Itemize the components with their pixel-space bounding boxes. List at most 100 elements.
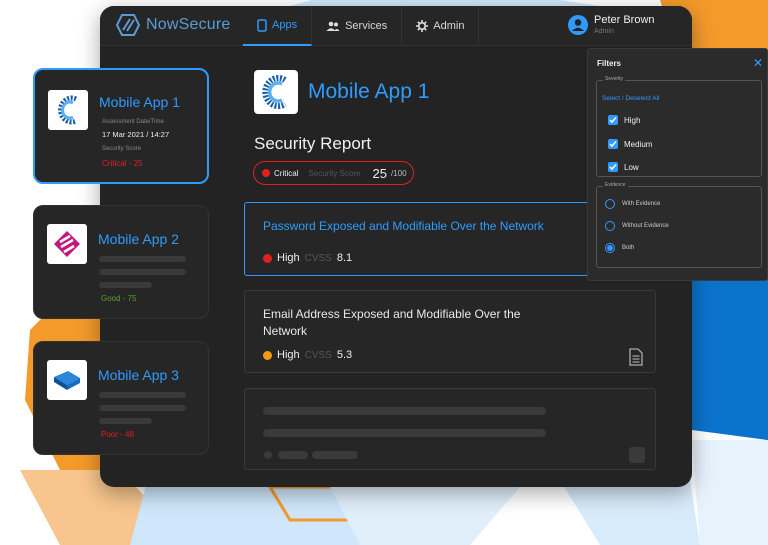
app-3-logo-icon — [54, 371, 80, 390]
user-menu[interactable]: Peter Brown Admin — [568, 14, 655, 35]
phone-icon — [257, 18, 267, 32]
placeholder-line — [99, 405, 186, 411]
high-severity-dot-icon — [263, 253, 272, 263]
main-nav: Apps Services Admin — [243, 6, 480, 46]
users-icon — [326, 21, 340, 31]
severity-option-label: High — [624, 115, 641, 125]
evidence-document-icon[interactable] — [629, 348, 643, 366]
app-card[interactable]: Mobile App 3 Poor - 48 — [33, 341, 209, 455]
security-score-label: Security Score — [102, 146, 142, 152]
cvss-label: CVSS — [304, 349, 332, 361]
bg-hexagon-lightblue-right — [692, 440, 768, 545]
finding-severity: High — [277, 349, 300, 361]
app-status: Critical - 25 — [102, 159, 143, 168]
severity-option-medium[interactable]: Medium — [608, 139, 652, 149]
user-name: Peter Brown — [594, 14, 655, 26]
placeholder-line — [278, 451, 308, 459]
top-navigation-bar: NowSecure Apps Services Admin Peter Brow… — [100, 6, 692, 46]
checkbox-checked-icon[interactable] — [608, 162, 618, 172]
placeholder-line — [99, 282, 152, 288]
evidence-legend: Evidence — [603, 182, 628, 188]
security-score-badge: Critical Security Score 25 /100 — [253, 161, 414, 185]
score-value: 25 — [372, 165, 387, 181]
critical-dot-icon — [262, 169, 270, 177]
brand-logo[interactable]: NowSecure — [116, 14, 231, 36]
finding-meta: High CVSS 8.1 — [263, 252, 352, 264]
nav-label-services: Services — [345, 20, 388, 32]
brand-name: NowSecure — [146, 16, 231, 33]
checkbox-checked-icon[interactable] — [608, 139, 618, 149]
severity-legend: Severity — [603, 76, 626, 82]
user-avatar-icon — [568, 14, 588, 35]
score-max: /100 — [390, 168, 407, 178]
app-1-logo — [48, 90, 88, 130]
nav-label-apps: Apps — [272, 19, 298, 31]
cvss-label: CVSS — [304, 252, 332, 264]
placeholder-line — [312, 451, 358, 459]
evidence-option-both[interactable]: Both — [605, 243, 634, 253]
score-label: Security Score — [308, 168, 361, 178]
assessment-date-label: Assessment Date/Time — [102, 119, 164, 125]
bg-hexagon-lightblue-mid — [330, 487, 520, 545]
close-icon[interactable]: ✕ — [753, 56, 763, 70]
filters-panel: Filters ✕ Severity Select / Deselect All… — [587, 48, 768, 281]
placeholder-dot — [264, 451, 272, 459]
placeholder-line — [99, 269, 186, 275]
select-all-link[interactable]: Select / Deselect All — [602, 95, 659, 102]
nav-item-apps[interactable]: Apps — [243, 6, 313, 46]
cvss-value: 8.1 — [336, 252, 353, 264]
finding-card-placeholder — [244, 388, 656, 470]
severity-filter-group: Severity Select / Deselect All High Medi… — [596, 76, 762, 177]
evidence-option-label: Without Evidence — [622, 223, 669, 229]
filters-title: Filters — [597, 59, 622, 68]
app-card-title: Mobile App 1 — [99, 94, 180, 110]
radio-unselected-icon[interactable] — [605, 199, 615, 209]
evidence-option-with[interactable]: With Evidence — [605, 199, 660, 209]
app-status: Poor - 48 — [101, 430, 134, 439]
finding-meta: High CVSS 5.3 — [263, 349, 352, 361]
finding-title: Email Address Exposed and Modifiable Ove… — [263, 307, 521, 338]
nav-label-admin: Admin — [433, 20, 465, 32]
app-3-logo — [47, 360, 87, 400]
bg-hexagon-lightblue-bottom — [560, 480, 700, 545]
report-title: Security Report — [254, 134, 372, 153]
app-card[interactable]: Mobile App 1 Assessment Date/Time 17 Mar… — [33, 68, 209, 184]
placeholder-line — [99, 392, 186, 398]
finding-card[interactable]: Email Address Exposed and Modifiable Ove… — [244, 290, 656, 373]
placeholder-icon — [629, 447, 645, 463]
finding-severity: High — [277, 252, 300, 264]
severity-option-high[interactable]: High — [608, 115, 640, 125]
checkbox-checked-icon[interactable] — [608, 115, 618, 125]
user-role: Admin — [594, 28, 614, 35]
app-1-logo-icon — [58, 95, 78, 125]
cvss-value: 5.3 — [336, 349, 353, 361]
nowsecure-logo-icon — [116, 14, 140, 36]
app-card[interactable]: Mobile App 2 Good - 75 — [33, 205, 209, 319]
evidence-option-label: With Evidence — [622, 201, 661, 207]
severity-option-label: Low — [624, 162, 639, 172]
app-card-title: Mobile App 3 — [98, 367, 179, 383]
gear-icon — [416, 20, 429, 32]
radio-unselected-icon[interactable] — [605, 221, 615, 231]
nav-item-services[interactable]: Services — [312, 6, 403, 46]
radio-selected-icon[interactable] — [605, 243, 615, 253]
high-severity-dot-icon — [263, 350, 272, 360]
evidence-option-label: Both — [622, 245, 635, 251]
evidence-option-without[interactable]: Without Evidence — [605, 221, 669, 231]
app-status: Good - 75 — [101, 294, 137, 303]
app-header: Mobile App 1 — [254, 70, 429, 114]
app-1-logo-icon — [262, 75, 287, 109]
placeholder-line — [99, 256, 186, 262]
severity-option-low[interactable]: Low — [608, 162, 639, 172]
app-2-logo-icon — [54, 231, 80, 257]
assessment-date: 17 Mar 2021 / 14:27 — [102, 130, 170, 139]
app-2-logo — [47, 224, 87, 264]
evidence-filter-group: Evidence With Evidence Without Evidence … — [596, 182, 762, 268]
placeholder-line — [263, 429, 546, 437]
finding-title: Password Exposed and Modifiable Over the… — [263, 219, 544, 233]
app-card-title: Mobile App 2 — [98, 231, 179, 247]
severity-label: Critical — [274, 168, 299, 178]
app-title: Mobile App 1 — [308, 80, 430, 103]
nav-item-admin[interactable]: Admin — [402, 6, 480, 46]
placeholder-line — [263, 407, 546, 415]
